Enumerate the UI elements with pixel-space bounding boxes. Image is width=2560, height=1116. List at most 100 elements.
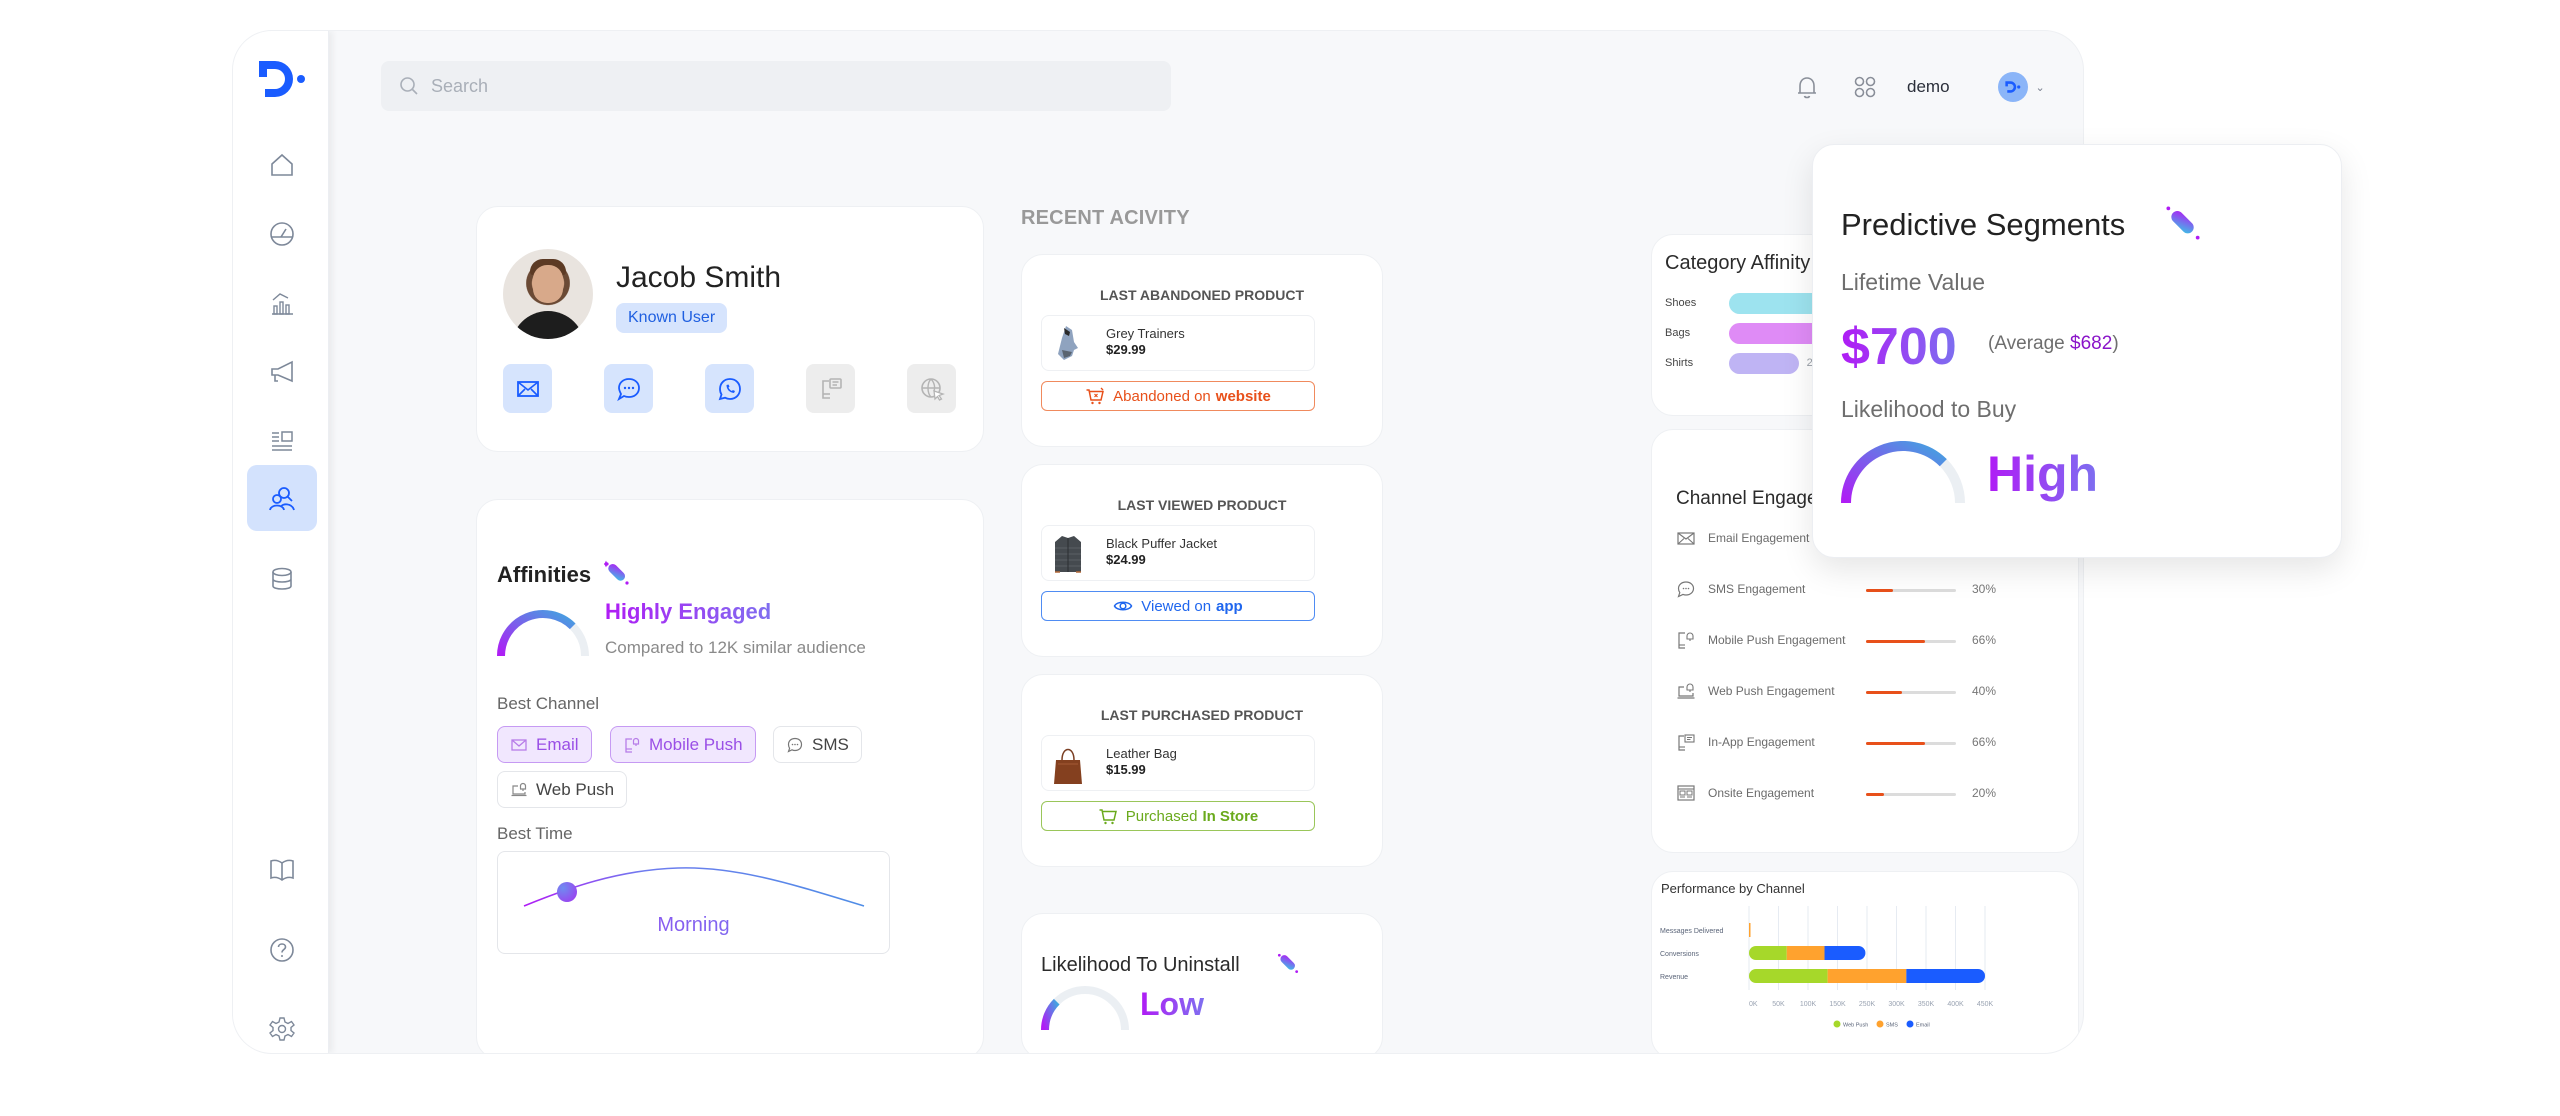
likelihood-to-buy-gauge	[1841, 441, 1965, 503]
in-app-icon	[1678, 734, 1695, 751]
activity-heading: LAST ABANDONED PRODUCT	[1099, 287, 1305, 303]
engagement-gauge	[497, 610, 589, 656]
uninstall-card: Likelihood To Uninstall Low	[1021, 913, 1383, 1053]
category-label: Shoes	[1665, 297, 1697, 309]
activity-card-viewed: LAST VIEWED PRODUCT Black Puffer Jacket …	[1021, 464, 1383, 657]
sneaker-image	[1058, 326, 1078, 360]
x-tick-label: 150K	[1829, 1001, 1846, 1008]
bar-segment-web-push[interactable]	[1749, 946, 1787, 960]
engagement-track	[1866, 640, 1956, 643]
lifetime-value: $700	[1841, 318, 1957, 376]
profile-photo	[503, 249, 593, 339]
engagement-label: Email Engagement	[1708, 531, 1810, 545]
bar-segment-sms[interactable]	[1827, 969, 1907, 983]
affinities-card: Affinities Highly Engaged Compared to 12…	[476, 499, 984, 1053]
viewed-on-app-button[interactable]: Viewed on app	[1041, 591, 1315, 621]
user-avatar[interactable]	[1997, 72, 2028, 102]
abandoned-on-website-button[interactable]: Abandoned on website	[1041, 381, 1315, 411]
sidebar-item-dashboard[interactable]	[247, 201, 317, 267]
user-name[interactable]: demo	[1907, 77, 1950, 97]
bar-segment-web-push[interactable]	[1749, 969, 1828, 983]
engagement-label: Mobile Push Engagement	[1708, 633, 1846, 647]
eye-icon	[1113, 601, 1133, 611]
likelihood-to-buy-label: Likelihood to Buy	[1841, 396, 2017, 422]
x-tick-label: 300K	[1888, 1001, 1905, 1008]
average-value-text: (Average $682)	[1988, 333, 2119, 355]
channel-whatsapp-button[interactable]	[705, 364, 754, 413]
sidebar-item-help[interactable]	[247, 917, 317, 983]
help-icon	[270, 938, 294, 962]
search-bar[interactable]	[381, 61, 1171, 111]
channel-sms-button[interactable]	[604, 364, 653, 413]
analytics-icon	[272, 293, 293, 315]
best-channel-sms-chip[interactable]: SMS	[773, 726, 862, 763]
product-tile[interactable]: Leather Bag $15.99	[1041, 735, 1315, 791]
activity-heading: LAST PURCHASED PRODUCT	[1100, 707, 1304, 723]
sidebar-item-analytics[interactable]	[247, 270, 317, 336]
engagement-level: Highly Engaged	[605, 599, 772, 624]
product-tile[interactable]: Grey Trainers $29.99	[1041, 315, 1315, 371]
engagement-compare-text: Compared to 12K similar audience	[605, 638, 866, 657]
chart-title: Performance by Channel	[1661, 881, 1805, 896]
x-tick-label: 400K	[1947, 1001, 1964, 1008]
x-tick-label: 450K	[1977, 1001, 1994, 1008]
sidebar-item-audience[interactable]	[247, 465, 317, 531]
sidebar-item-data[interactable]	[247, 546, 317, 612]
product-tile[interactable]: Black Puffer Jacket $24.99	[1041, 525, 1315, 581]
bell-icon[interactable]	[1793, 73, 1821, 101]
action-prefix: Purchased	[1125, 807, 1198, 825]
x-tick-label: 250K	[1859, 1001, 1876, 1008]
recent-activity-title: RECENT ACIVITY	[1021, 207, 1190, 229]
action-prefix: Abandoned on	[1113, 387, 1211, 405]
chevron-down-icon[interactable]: ⌄	[2036, 81, 2045, 94]
legend-swatch	[1876, 1020, 1884, 1028]
gear-icon	[269, 1017, 295, 1041]
best-channel-label: Best Channel	[497, 694, 600, 713]
best-channel-mobile-push-chip[interactable]: Mobile Push	[610, 726, 756, 763]
y-category-label: Conversions	[1660, 951, 1699, 958]
bar-segment-email[interactable]	[1824, 946, 1866, 960]
action-target: website	[1215, 387, 1271, 405]
best-channel-web-push-chip[interactable]: Web Push	[497, 771, 628, 808]
channel-web-button[interactable]	[907, 364, 956, 413]
engagement-track	[1866, 742, 1956, 745]
search-input[interactable]	[431, 75, 1131, 97]
performance-card: Performance by Channel 0K 50K 100K 150K 250K…	[1651, 871, 2079, 1053]
brand-logo[interactable]	[255, 57, 311, 101]
sidebar-item-home[interactable]	[247, 132, 317, 198]
ai-sparkle-icon	[604, 560, 629, 585]
y-category-label: Messages Delivered	[1660, 928, 1724, 935]
megaphone-icon	[271, 360, 293, 383]
sidebar-item-campaigns[interactable]	[247, 339, 317, 405]
book-icon	[270, 859, 294, 881]
engagement-row: Mobile Push Engagement 66%	[1676, 630, 2066, 652]
chat-bubble-icon	[787, 737, 803, 753]
x-tick-label: 0K	[1749, 1001, 1758, 1008]
gauge-icon	[270, 222, 294, 246]
bar-segment-email[interactable]	[1906, 969, 1985, 983]
best-time-value: Morning	[498, 914, 889, 937]
engagement-value: 66%	[1972, 633, 1997, 647]
engagement-value: 66%	[1972, 735, 1997, 749]
y-category-label: Revenue	[1660, 974, 1688, 981]
legend-label: SMS	[1886, 1023, 1898, 1029]
bar-segment-sms[interactable]	[1749, 923, 1751, 937]
category-bar	[1729, 353, 1799, 374]
sidebar-item-settings[interactable]	[247, 996, 317, 1053]
engagement-row: In-App Engagement 66%	[1676, 732, 2066, 754]
in-app-message-icon	[821, 377, 842, 399]
globe-cursor-icon	[920, 377, 945, 401]
best-channel-email-chip[interactable]: Email	[497, 726, 592, 763]
engagement-fill	[1866, 691, 1902, 694]
best-time-label: Best Time	[497, 824, 573, 843]
sidebar-item-docs[interactable]	[247, 836, 317, 902]
purchased-in-store-button[interactable]: Purchased In Store	[1041, 801, 1315, 831]
channel-email-button[interactable]	[503, 364, 552, 413]
apps-grid-icon[interactable]	[1851, 73, 1879, 101]
engagement-label: Web Push Engagement	[1708, 684, 1835, 698]
chip-label: Mobile Push	[649, 734, 743, 754]
engagement-row: SMS Engagement 30%	[1676, 579, 2066, 601]
bar-segment-sms[interactable]	[1786, 946, 1825, 960]
web-push-icon	[1677, 683, 1695, 699]
channel-in-app-button[interactable]	[806, 364, 855, 413]
